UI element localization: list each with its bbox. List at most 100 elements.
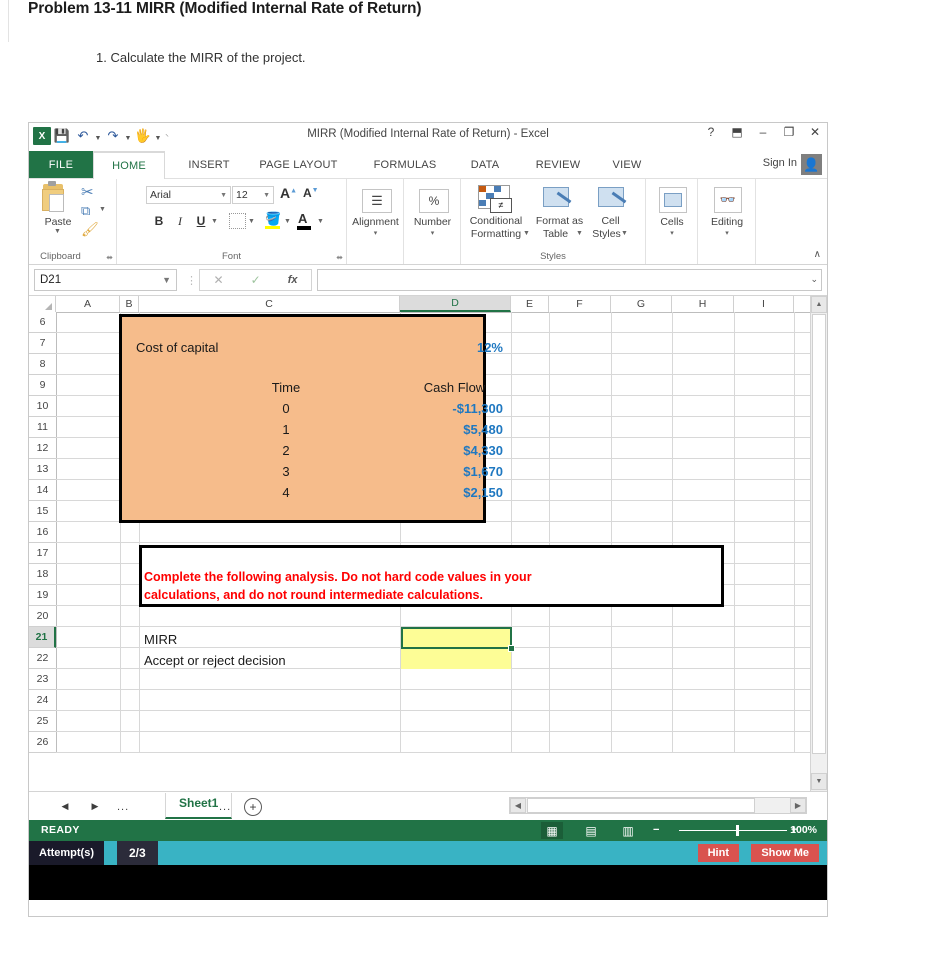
formula-input[interactable] [317, 269, 822, 291]
cell-c21-mirr-label[interactable]: MIRR [144, 632, 177, 647]
column-header-e[interactable]: E [511, 296, 549, 312]
row-header-16[interactable]: 16 [29, 522, 56, 543]
horizontal-scroll-thumb[interactable] [527, 798, 755, 813]
tab-file[interactable]: FILE [29, 151, 93, 178]
format-as-table-dropdown-icon[interactable]: ▼ [576, 230, 583, 237]
clipboard-dialog-launcher-icon[interactable]: ⬌ [106, 253, 113, 262]
column-header-a[interactable]: A [56, 296, 120, 312]
column-header-b[interactable]: B [120, 296, 139, 312]
cell-styles-icon[interactable] [598, 187, 630, 211]
zoom-slider-knob[interactable] [736, 825, 739, 836]
zoom-level[interactable]: 100% [790, 824, 817, 836]
cell-area[interactable]: Cost of capital 12% Time Cash Flow 0 1 2… [56, 312, 822, 775]
row-header-24[interactable]: 24 [29, 690, 56, 711]
paste-button-label[interactable]: Paste [39, 216, 77, 228]
increase-font-size-icon[interactable]: A▲ [280, 185, 297, 201]
hint-button[interactable]: Hint [697, 844, 739, 862]
avatar[interactable]: 👤 [801, 154, 822, 175]
font-dialog-launcher-icon[interactable]: ⬌ [336, 253, 343, 262]
expand-formula-bar-icon[interactable]: ⌄ [810, 274, 818, 285]
cells-icon[interactable] [659, 187, 687, 213]
zoom-slider[interactable] [679, 830, 787, 831]
row-header-10[interactable]: 10 [29, 396, 56, 417]
number-format-icon[interactable]: % [419, 189, 449, 213]
left-ellipsis[interactable]: ... [117, 801, 129, 813]
name-box-dropdown-icon[interactable]: ▼ [162, 275, 171, 285]
scroll-up-icon[interactable]: ▲ [811, 296, 827, 313]
underline-button[interactable]: U [193, 212, 209, 230]
window-controls[interactable]: ? ⬒ – ❐ ✕ [703, 125, 823, 139]
fill-color-dropdown-icon[interactable]: ▼ [284, 218, 291, 225]
tab-home[interactable]: HOME [93, 151, 165, 179]
row-header-17[interactable]: 17 [29, 543, 56, 564]
row-header-13[interactable]: 13 [29, 459, 56, 480]
borders-dropdown-icon[interactable]: ▼ [248, 218, 255, 225]
row-header-15[interactable]: 15 [29, 501, 56, 522]
borders-icon[interactable] [229, 213, 246, 229]
row-header-26[interactable]: 26 [29, 732, 56, 753]
page-layout-view-icon[interactable]: ▤ [580, 822, 602, 839]
collapse-ribbon-icon[interactable]: ∧ [814, 249, 821, 260]
row-header-7[interactable]: 7 [29, 333, 56, 354]
underline-dropdown-icon[interactable]: ▼ [211, 218, 218, 225]
insert-function-icon[interactable]: fx [288, 274, 298, 286]
font-color-dropdown-icon[interactable]: ▼ [317, 218, 324, 225]
last-sheet-icon[interactable]: ▶ [87, 798, 103, 814]
ribbon-group-alignment[interactable]: ☰ Alignment ▾ [347, 179, 404, 264]
editing-dropdown-icon[interactable]: ▾ [698, 230, 756, 237]
font-size-input[interactable]: 12 ▼ [232, 186, 274, 204]
column-header-g[interactable]: G [611, 296, 672, 312]
row-header-19[interactable]: 19 [29, 585, 56, 606]
ribbon-group-editing[interactable]: 👓 Editing ▾ [698, 179, 756, 264]
right-ellipsis[interactable]: ... [219, 801, 231, 813]
cell-d7-cost-of-capital-value[interactable]: 12% [406, 340, 503, 355]
cell-c22-decision-label[interactable]: Accept or reject decision [144, 653, 286, 668]
cell-c14-time-4[interactable]: 4 [226, 485, 346, 500]
vertical-scrollbar[interactable]: ▲ ▼ [810, 296, 827, 791]
restore-icon[interactable]: ❐ [781, 125, 797, 139]
hscroll-left-icon[interactable]: ◀ [510, 798, 526, 813]
decrease-font-size-icon[interactable]: A▼ [303, 186, 319, 200]
paste-icon[interactable] [41, 181, 67, 212]
name-box[interactable]: D21 ▼ [34, 269, 177, 291]
row-header-20[interactable]: 20 [29, 606, 56, 627]
bold-button[interactable]: B [151, 212, 167, 230]
tab-data[interactable]: DATA [454, 151, 516, 178]
font-name-dropdown-icon[interactable]: ▼ [220, 192, 227, 199]
cell-d22-input[interactable] [401, 648, 511, 669]
row-header-8[interactable]: 8 [29, 354, 56, 375]
format-as-table-label-1[interactable]: Format as [531, 215, 588, 227]
tab-review[interactable]: REVIEW [519, 151, 597, 178]
cells-dropdown-icon[interactable]: ▾ [646, 230, 698, 237]
ribbon-group-number[interactable]: % Number ▾ [404, 179, 461, 264]
formula-bar-buttons[interactable]: ✕ ✓ fx [199, 269, 312, 291]
new-sheet-icon[interactable]: + [244, 798, 262, 816]
cell-d13-cash-flow-3[interactable]: $1,670 [386, 464, 503, 479]
hscroll-right-icon[interactable]: ▶ [790, 798, 806, 813]
copy-icon[interactable]: ⧉ [81, 203, 90, 219]
vertical-scroll-thumb[interactable] [812, 314, 826, 754]
cell-c11-time-1[interactable]: 1 [226, 422, 346, 437]
format-as-table-icon[interactable] [543, 187, 575, 211]
format-painter-icon[interactable]: 🖌 [81, 221, 99, 238]
horizontal-scrollbar[interactable]: ◀ ▶ [509, 797, 807, 814]
row-header-21[interactable]: 21 [29, 627, 56, 648]
cell-c7-cost-of-capital-label[interactable]: Cost of capital [136, 340, 218, 355]
alignment-dropdown-icon[interactable]: ▾ [347, 230, 404, 237]
cell-styles-dropdown-icon[interactable]: ▼ [621, 230, 628, 237]
first-sheet-icon[interactable]: ◀ [57, 798, 73, 814]
alignment-icon[interactable]: ☰ [362, 189, 392, 213]
cell-c9-time-header[interactable]: Time [226, 380, 346, 395]
ribbon-tab-strip[interactable]: FILE HOME INSERT PAGE LAYOUT FORMULAS DA… [29, 151, 827, 179]
font-color-icon[interactable]: A [298, 211, 307, 226]
tab-insert[interactable]: INSERT [174, 151, 244, 178]
tab-view[interactable]: VIEW [599, 151, 655, 178]
row-header-12[interactable]: 12 [29, 438, 56, 459]
fill-handle[interactable] [508, 645, 515, 652]
number-dropdown-icon[interactable]: ▾ [404, 230, 461, 237]
close-icon[interactable]: ✕ [807, 125, 823, 139]
fill-color-icon[interactable]: 🪣 [265, 211, 281, 227]
cell-d12-cash-flow-2[interactable]: $4,330 [386, 443, 503, 458]
cell-c12-time-2[interactable]: 2 [226, 443, 346, 458]
help-icon[interactable]: ? [703, 125, 719, 139]
